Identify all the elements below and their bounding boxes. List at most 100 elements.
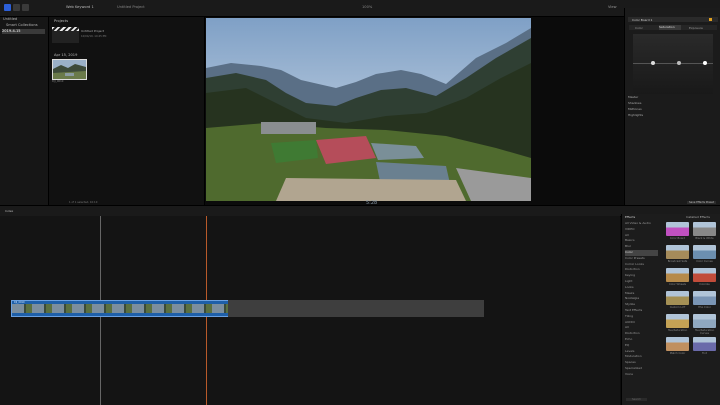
effect-thumbnail-label: Custom LUT	[669, 306, 686, 309]
effects-browser: Effects Installed Effects All Video & Au…	[621, 214, 720, 405]
effect-thumbnail[interactable]	[693, 268, 716, 282]
effects-category-item[interactable]: Modulation	[625, 354, 658, 360]
libraries-icon[interactable]	[4, 4, 11, 11]
view-menu[interactable]: View	[608, 5, 617, 9]
clapper-icon	[52, 27, 79, 31]
project-clip-meta: 10/04/19, 10:45 PM	[81, 35, 107, 38]
browser-panel: Projects Untitled Project 10/04/19, 10:4…	[49, 17, 205, 205]
clip-thumbnail-image	[53, 60, 86, 79]
row-highlights[interactable]: Highlights	[628, 112, 718, 118]
installed-effects-header: Installed Effects	[686, 215, 710, 219]
tab-exposure[interactable]: Exposure	[689, 26, 703, 30]
project-name: Untitled Project	[117, 5, 145, 9]
inspector-panel: Color Board 1 Color Saturation Exposure …	[624, 8, 720, 205]
effect-thumbnail[interactable]	[666, 314, 689, 328]
effects-category-item[interactable]: Keying	[625, 273, 658, 279]
effects-category-item[interactable]: Comic Looks	[625, 262, 658, 268]
sidebar-item-smart-collections[interactable]: Smart Collections	[6, 23, 38, 28]
effects-category-item[interactable]: VIDEO	[625, 227, 658, 233]
color-board-line	[633, 63, 713, 64]
effect-thumbnail[interactable]	[693, 222, 716, 236]
effects-category-item[interactable]: All	[625, 325, 658, 331]
effect-thumbnail-label: Black & White	[695, 237, 714, 240]
projects-header[interactable]: Projects	[54, 19, 68, 23]
photos-icon[interactable]	[13, 4, 20, 11]
clip-filmstrip	[12, 304, 229, 313]
inspector-title-bar[interactable]: Color Board 1	[628, 17, 718, 22]
effects-category-item[interactable]: AUDIO	[625, 320, 658, 326]
effects-category-item[interactable]: Levels	[625, 349, 658, 355]
effects-category-item[interactable]: All	[625, 233, 658, 239]
empty-gap-region	[228, 300, 484, 317]
effect-thumbnail-label: Match Color	[669, 352, 686, 355]
tab-color[interactable]: Color	[635, 26, 643, 30]
midtones-puck[interactable]	[677, 61, 681, 65]
effect-thumbnail[interactable]	[693, 291, 716, 305]
effect-thumbnail-label: Hue/Saturation	[667, 329, 688, 332]
sidebar-item-event[interactable]: 2019-4-15	[2, 29, 45, 34]
index-button[interactable]: Index	[5, 209, 13, 213]
effect-thumbnail-label: Broadcast Safe	[667, 260, 688, 263]
library-sidebar: Untitled Smart Collections 2019-4-15	[0, 17, 49, 205]
timecode-display: 5:28	[366, 200, 378, 206]
effects-category-item[interactable]: Tiling	[625, 314, 658, 320]
tab-saturation[interactable]: Saturation	[659, 25, 681, 30]
effects-category-item[interactable]: Basics	[625, 238, 658, 244]
effect-thumbnail[interactable]	[666, 222, 689, 236]
effects-category-item[interactable]: Voice	[625, 372, 658, 378]
library-name[interactable]: Web Keyword 1	[66, 5, 94, 9]
effect-thumbnail-label: Color Board	[669, 237, 686, 240]
color-board[interactable]	[633, 34, 713, 94]
shadows-puck[interactable]	[651, 61, 655, 65]
inspector-title: Color Board 1	[632, 17, 653, 22]
effects-category-item[interactable]: Masks	[625, 291, 658, 297]
effects-category-item[interactable]: Looks	[625, 285, 658, 291]
top-toolbar: Web Keyword 1 Untitled Project 100% View	[0, 0, 720, 17]
save-effects-preset-button[interactable]: Save Effects Preset	[687, 201, 716, 204]
effects-category-item[interactable]: Specialized	[625, 366, 658, 372]
effect-thumbnail[interactable]	[666, 337, 689, 351]
effects-category-item[interactable]: All Video & Audio	[625, 221, 658, 227]
effects-category-item[interactable]: Light	[625, 279, 658, 285]
color-board-indicator-icon	[709, 18, 712, 21]
effects-category-item[interactable]: Color Presets	[625, 256, 658, 262]
effects-category-item[interactable]: Blur	[625, 244, 658, 250]
effects-category-item[interactable]: Nostalgia	[625, 296, 658, 302]
effect-thumbnail[interactable]	[666, 268, 689, 282]
effect-thumbnail[interactable]	[693, 337, 716, 351]
effects-category-item[interactable]: Text Effects	[625, 308, 658, 314]
titles-icon[interactable]	[22, 4, 29, 11]
clip-thumbnail[interactable]	[52, 59, 87, 80]
effect-thumbnail-label: Colorize	[699, 283, 710, 286]
project-thumbnail[interactable]	[52, 27, 79, 43]
clip-name: DJI_0010	[52, 80, 64, 83]
effects-category-item[interactable]: Echo	[625, 337, 658, 343]
timeline-clip[interactable]: DJI_0010	[11, 300, 230, 317]
effect-thumbnail[interactable]	[666, 291, 689, 305]
effects-category-item[interactable]: Spaces	[625, 360, 658, 366]
effects-category-item[interactable]: Distortion	[625, 267, 658, 273]
video-frame-image	[206, 18, 531, 201]
effects-category-item[interactable]: Stylize	[625, 302, 658, 308]
effect-thumbnail-label: HSL Color	[698, 306, 711, 309]
effects-category-item[interactable]: Color	[625, 250, 658, 256]
sidebar-item-library[interactable]: Untitled	[3, 17, 17, 22]
effect-thumbnail[interactable]	[666, 245, 689, 259]
effect-thumbnail[interactable]	[693, 314, 716, 328]
effects-search-field[interactable]: Search	[626, 398, 647, 401]
effect-thumbnail-label: Color Wheels	[668, 283, 687, 286]
date-header[interactable]: Apr 15, 2019	[54, 53, 77, 57]
highlights-puck[interactable]	[703, 61, 707, 65]
viewer-video-frame[interactable]	[206, 18, 531, 201]
zoom-level[interactable]: 100%	[362, 5, 372, 9]
project-clip-name: Untitled Project	[81, 29, 105, 33]
effects-title: Effects	[625, 215, 636, 219]
effects-category-item[interactable]: EQ	[625, 343, 658, 349]
timeline-panel: DJI_0010	[0, 216, 620, 405]
inspector-tabs: Color Saturation Exposure	[629, 25, 717, 30]
effect-thumbnail-label: Color Curves	[696, 260, 713, 263]
effects-category-item[interactable]: Distortion	[625, 331, 658, 337]
browser-status: 1 of 1 selected, 10:10	[69, 201, 98, 204]
effect-thumbnail[interactable]	[693, 245, 716, 259]
effect-thumbnail-label: Tint	[702, 352, 707, 355]
